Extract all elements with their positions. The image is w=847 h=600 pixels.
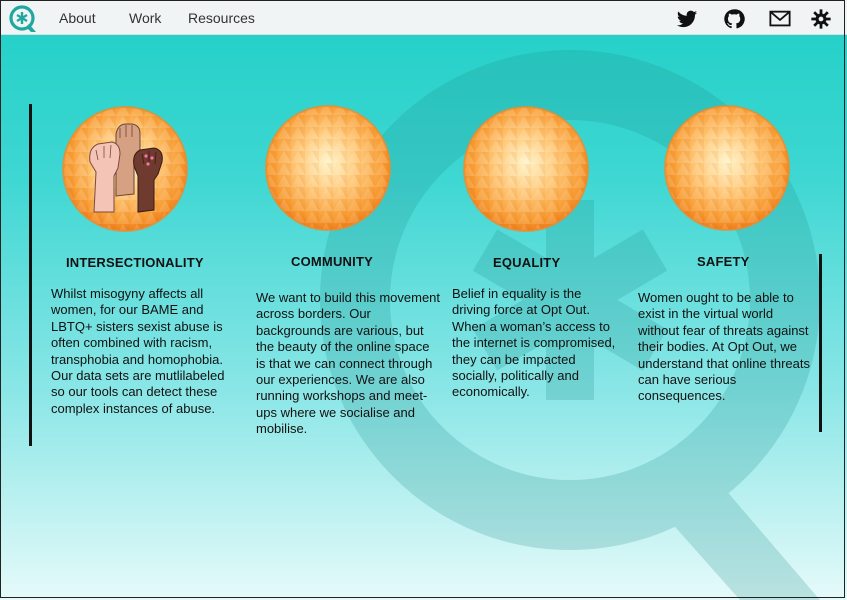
top-navbar: About Work Resources — [0, 0, 847, 35]
value-title-intersectionality: INTERSECTIONALITY — [66, 255, 204, 270]
twitter-icon[interactable] — [675, 8, 699, 30]
value-text-intersectionality: Whilst misogyny affects all women, for o… — [51, 286, 239, 417]
orange-sphere-image — [265, 105, 391, 231]
left-accent-bar — [29, 104, 32, 446]
value-text-community: We want to build this movement across bo… — [256, 290, 441, 437]
github-icon[interactable] — [722, 8, 746, 30]
settings-icon[interactable] — [809, 8, 833, 30]
raised-fists-image — [62, 106, 188, 232]
nav-link-about[interactable]: About — [59, 10, 96, 26]
value-text-paragraph: Whilst misogyny affects all women, for o… — [51, 286, 224, 367]
value-text-paragraph: Our data sets are mutlilabeled so our to… — [51, 368, 225, 416]
value-title-safety: SAFETY — [697, 254, 750, 269]
right-accent-bar — [819, 254, 822, 432]
value-text-equality: Belief in equality is the driving force … — [452, 286, 616, 400]
value-text-safety: Women ought to be able to exist in the v… — [638, 290, 811, 404]
value-title-community: COMMUNITY — [291, 254, 373, 269]
orange-sphere-image — [463, 106, 589, 232]
orange-sphere-image — [664, 105, 790, 231]
mail-icon[interactable] — [768, 8, 792, 30]
nav-link-work[interactable]: Work — [129, 10, 161, 26]
nav-link-resources[interactable]: Resources — [188, 10, 255, 26]
value-title-equality: EQUALITY — [493, 255, 561, 270]
opt-out-logo-icon[interactable] — [8, 4, 38, 34]
